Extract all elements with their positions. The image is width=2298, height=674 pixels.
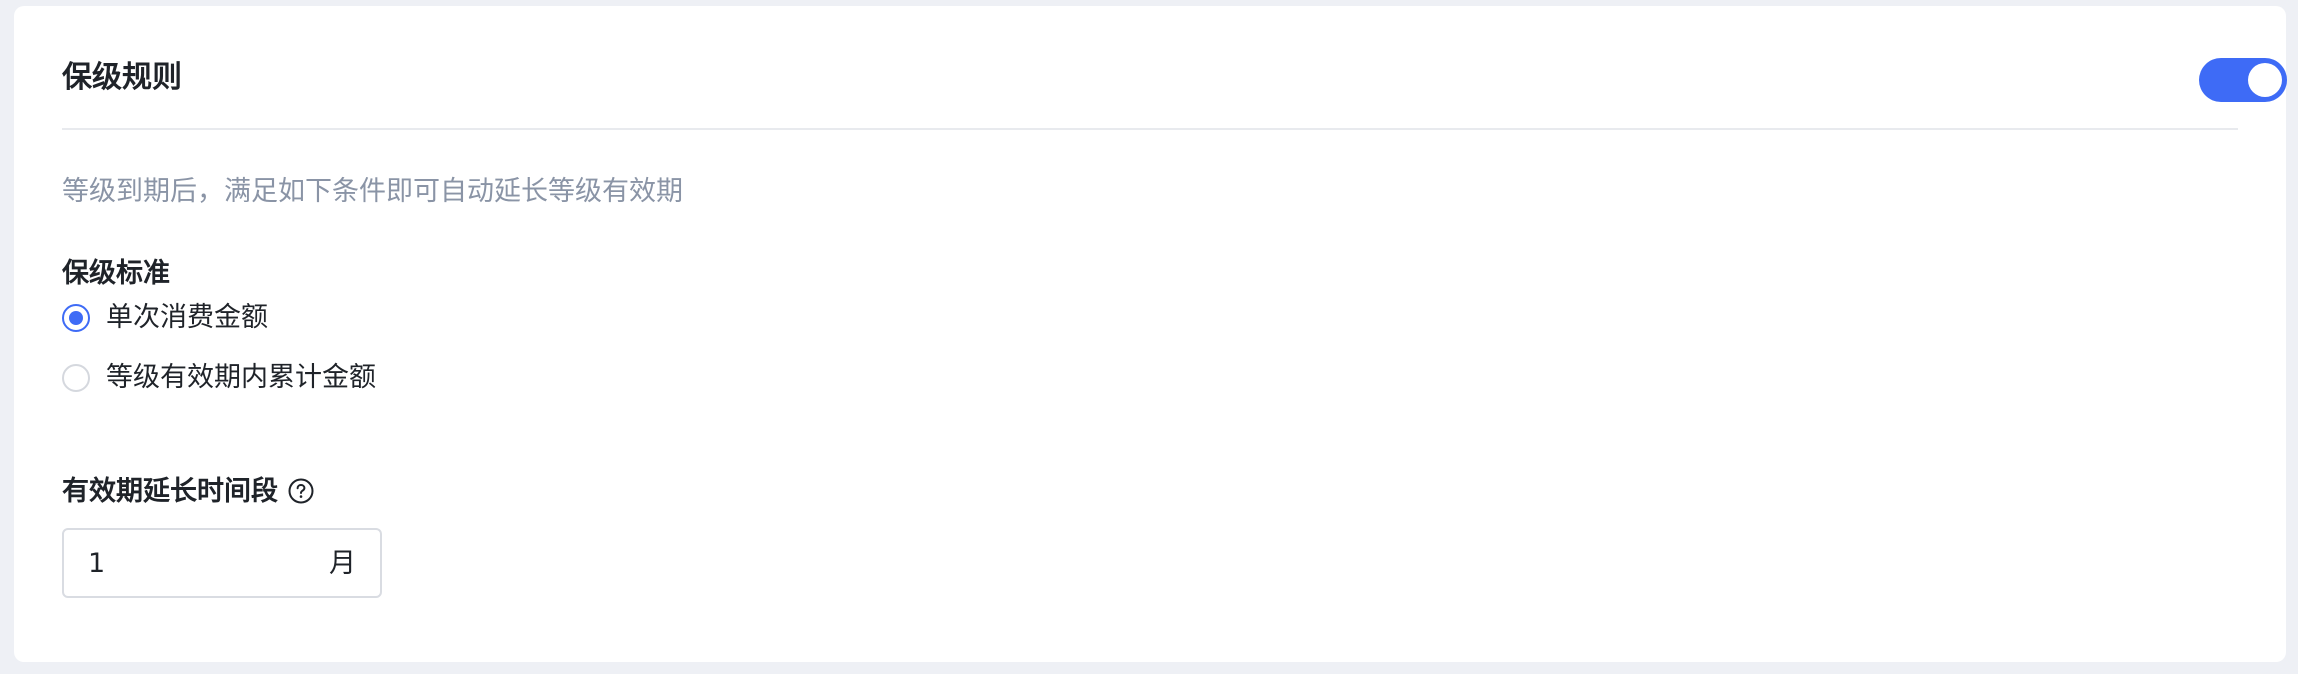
toggle-knob — [2248, 63, 2282, 97]
standard-label: 保级标准 — [62, 258, 170, 289]
radio-button[interactable] — [62, 364, 90, 392]
card-title: 保级规则 — [62, 60, 182, 95]
extension-period-input[interactable] — [88, 546, 288, 582]
extension-label: 有效期延长时间段 — [62, 476, 278, 507]
card-description: 等级到期后，满足如下条件即可自动延长等级有效期 — [62, 176, 683, 207]
extension-period-input-box[interactable]: 月 — [62, 528, 382, 598]
extension-label-row: 有效期延长时间段 — [62, 474, 314, 510]
radio-option-cumulative-amount[interactable]: 等级有效期内累计金额 — [62, 358, 376, 398]
card-header: 保级规则 — [62, 6, 2287, 130]
radio-option-single-purchase[interactable]: 单次消费金额 — [62, 298, 268, 338]
radio-label: 单次消费金额 — [106, 302, 268, 333]
guarantee-rule-card: 保级规则 等级到期后，满足如下条件即可自动延长等级有效期 保级标准 单次消费金额… — [14, 6, 2287, 662]
radio-label: 等级有效期内累计金额 — [106, 362, 376, 393]
question-circle-icon[interactable] — [288, 478, 314, 504]
guarantee-rule-toggle[interactable] — [2199, 58, 2287, 102]
radio-button-checked[interactable] — [62, 304, 90, 332]
extension-period-unit: 月 — [329, 548, 356, 579]
